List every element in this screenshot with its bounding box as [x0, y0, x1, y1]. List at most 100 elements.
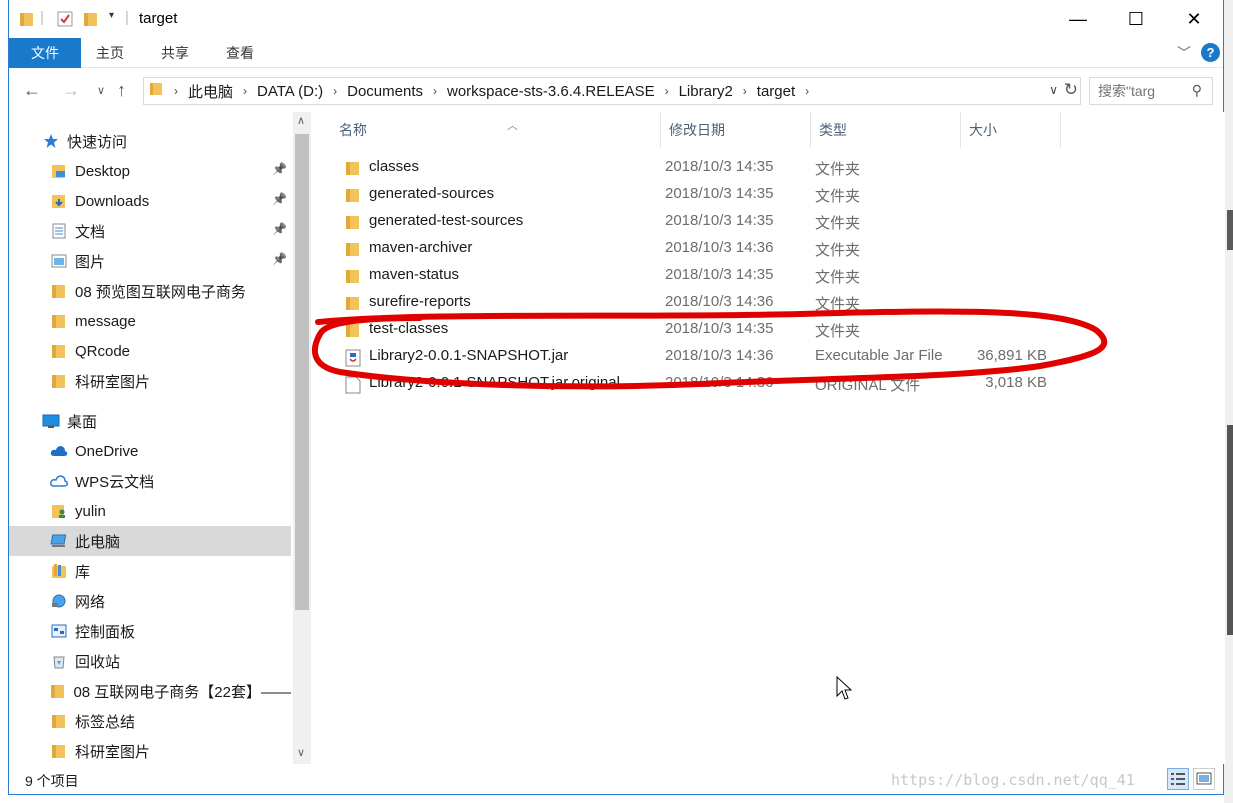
- sidebar-item[interactable]: 控制面板: [9, 616, 291, 646]
- sidebar-item[interactable]: 回收站: [9, 646, 291, 676]
- breadcrumb-separator-icon[interactable]: ›: [429, 84, 441, 98]
- address-bar[interactable]: › 此电脑 › DATA (D:) › Documents › workspac…: [143, 77, 1081, 105]
- forward-arrow-icon[interactable]: →: [62, 80, 80, 101]
- folder-icon: [49, 342, 69, 360]
- column-header-name[interactable]: 名称 ︿: [331, 112, 661, 148]
- sidebar-item-label: WPS云文档: [75, 473, 155, 491]
- sidebar-item[interactable]: 网络: [9, 586, 291, 616]
- item-count: 9 个项目: [25, 773, 79, 789]
- breadcrumb-separator-icon[interactable]: ›: [170, 84, 182, 98]
- sidebar-item-label: Downloads: [75, 192, 150, 210]
- sidebar-item[interactable]: 库: [9, 556, 291, 586]
- sidebar-item[interactable]: 标签总结: [9, 706, 291, 736]
- sidebar-item[interactable]: 08 预览图互联网电子商务: [9, 276, 291, 306]
- file-name: classes: [369, 158, 420, 175]
- expand-ribbon-icon[interactable]: ﹀: [1177, 43, 1191, 63]
- sidebar-item-label: 文档: [75, 223, 106, 241]
- breadcrumb-data-drive[interactable]: DATA (D:): [251, 83, 329, 100]
- sidebar-item[interactable]: yulin: [9, 496, 291, 526]
- file-row[interactable]: maven-archiver 2018/10/3 14:36 文件夹: [313, 235, 1073, 262]
- sidebar-item[interactable]: 图片 📌: [9, 246, 291, 276]
- window-title: target: [139, 10, 178, 27]
- breadcrumb-separator-icon[interactable]: ›: [801, 84, 813, 98]
- tab-view[interactable]: 查看: [226, 38, 254, 68]
- file-row[interactable]: Library2-0.0.1-SNAPSHOT.jar 2018/10/3 14:…: [313, 343, 1073, 370]
- file-row[interactable]: Library2-0.0.1-SNAPSHOT.jar.original 2018…: [313, 370, 1073, 397]
- search-input[interactable]: [1090, 78, 1180, 104]
- file-name: generated-test-sources: [369, 212, 524, 229]
- pin-icon[interactable]: 📌: [272, 222, 287, 236]
- breadcrumb-workspace[interactable]: workspace-sts-3.6.4.RELEASE: [441, 83, 661, 100]
- sidebar-item[interactable]: 快速访问: [9, 126, 291, 156]
- breadcrumb-library2[interactable]: Library2: [673, 83, 739, 100]
- tab-home[interactable]: 主页: [96, 38, 124, 68]
- sidebar-item[interactable]: WPS云文档: [9, 466, 291, 496]
- sidebar-item[interactable]: Desktop 📌: [9, 156, 291, 186]
- file-date: 2018/10/3 14:35: [665, 320, 774, 337]
- sidebar-item[interactable]: OneDrive: [9, 436, 291, 466]
- file-row[interactable]: generated-sources 2018/10/3 14:35 文件夹: [313, 181, 1073, 208]
- file-type: ORIGINAL 文件: [815, 377, 921, 394]
- sidebar-item[interactable]: 科研室图片: [9, 736, 291, 766]
- file-row[interactable]: classes 2018/10/3 14:35 文件夹: [313, 154, 1073, 181]
- sidebar-item[interactable]: 桌面: [9, 406, 291, 436]
- sidebar-scrollbar[interactable]: ∧ ∨: [293, 112, 311, 764]
- file-row[interactable]: generated-test-sources 2018/10/3 14:35 文件夹: [313, 208, 1073, 235]
- file-date: 2018/10/3 14:35: [665, 185, 774, 202]
- folder-icon: [49, 282, 69, 300]
- tab-file[interactable]: 文件: [9, 38, 81, 68]
- large-icons-view-button[interactable]: [1193, 768, 1215, 790]
- scroll-down-icon[interactable]: ∨: [297, 746, 305, 759]
- search-icon[interactable]: ⚲: [1192, 82, 1202, 99]
- breadcrumb-documents[interactable]: Documents: [341, 83, 429, 100]
- sidebar-item[interactable]: message: [9, 306, 291, 336]
- address-dropdown-icon[interactable]: ∨: [1049, 83, 1058, 97]
- scroll-up-icon[interactable]: ∧: [297, 114, 305, 127]
- breadcrumb-this-pc[interactable]: 此电脑: [182, 81, 239, 102]
- maximize-button[interactable]: ☐: [1107, 0, 1165, 38]
- sidebar-item[interactable]: 此电脑: [9, 526, 291, 556]
- pin-icon[interactable]: 📌: [272, 162, 287, 176]
- refresh-icon[interactable]: ↻: [1064, 80, 1078, 100]
- file-row[interactable]: surefire-reports 2018/10/3 14:36 文件夹: [313, 289, 1073, 316]
- file-date: 2018/10/3 14:36: [665, 347, 774, 364]
- quick-access-dropdown-icon[interactable]: ▾: [109, 10, 114, 21]
- up-arrow-icon[interactable]: ↑: [117, 80, 126, 101]
- pin-icon[interactable]: 📌: [272, 252, 287, 266]
- file-row[interactable]: test-classes 2018/10/3 14:35 文件夹: [313, 316, 1073, 343]
- breadcrumb-separator-icon[interactable]: ›: [329, 84, 341, 98]
- column-header-date[interactable]: 修改日期: [661, 112, 811, 148]
- column-header-type[interactable]: 类型: [811, 112, 961, 148]
- details-view-button[interactable]: [1167, 768, 1189, 790]
- separator: |: [125, 9, 129, 26]
- tab-share[interactable]: 共享: [161, 38, 189, 68]
- minimize-button[interactable]: —: [1049, 0, 1107, 38]
- sidebar-item[interactable]: Downloads 📌: [9, 186, 291, 216]
- sidebar-item[interactable]: 科研室图片: [9, 366, 291, 396]
- breadcrumb-separator-icon[interactable]: ›: [239, 84, 251, 98]
- properties-icon[interactable]: [57, 11, 73, 31]
- search-box[interactable]: ⚲: [1089, 77, 1213, 105]
- sidebar-item-label: 08 预览图互联网电子商务: [75, 283, 246, 301]
- sidebar-item-label: 控制面板: [75, 623, 136, 641]
- close-button[interactable]: ✕: [1165, 0, 1223, 38]
- new-folder-icon[interactable]: [83, 11, 99, 31]
- sidebar-item[interactable]: 文档 📌: [9, 216, 291, 246]
- pin-icon[interactable]: 📌: [272, 192, 287, 206]
- column-header-size[interactable]: 大小: [961, 112, 1061, 148]
- pictures-icon: [49, 252, 69, 270]
- column-header-name-label: 名称: [339, 122, 367, 138]
- breadcrumb-separator-icon[interactable]: ›: [739, 84, 751, 98]
- sidebar-item[interactable]: QRcode: [9, 336, 291, 366]
- file-row[interactable]: maven-status 2018/10/3 14:35 文件夹: [313, 262, 1073, 289]
- navigation-bar: ← → ∨ ↑ › 此电脑 › DATA (D:) › Documents › …: [9, 72, 1223, 110]
- help-icon[interactable]: ?: [1201, 43, 1220, 62]
- back-arrow-icon[interactable]: ←: [23, 80, 41, 101]
- status-bar: 9 个项目 https://blog.csdn.net/qq_41: [9, 766, 1223, 794]
- breadcrumb-target[interactable]: target: [751, 83, 801, 100]
- sidebar-scroll-thumb[interactable]: [295, 134, 309, 610]
- sidebar-item[interactable]: 08 互联网电子商务【22套】——: [9, 676, 291, 706]
- folder-icon: [345, 160, 361, 180]
- recent-locations-icon[interactable]: ∨: [97, 84, 105, 97]
- breadcrumb-separator-icon[interactable]: ›: [661, 84, 673, 98]
